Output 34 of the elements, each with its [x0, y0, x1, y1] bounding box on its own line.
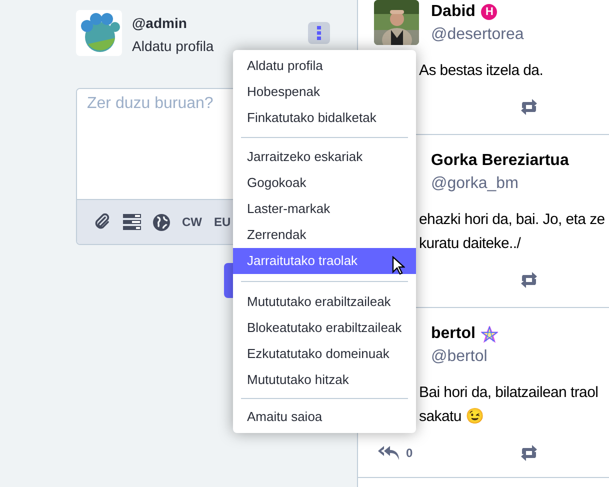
- more-button[interactable]: [308, 22, 330, 44]
- toolbar-button[interactable]: EU: [214, 213, 231, 231]
- post-text: ehazki hori da, bai. Jo, eta ze kuratu daiteke../: [418, 210, 606, 254]
- edit-profile-link[interactable]: Aldatu profila: [132, 36, 214, 56]
- post-text: As bestas itzela da.: [418, 61, 544, 81]
- cursor-icon: [392, 256, 405, 275]
- menu-item[interactable]: Mutututako erabiltzaileak: [233, 289, 416, 315]
- more-icon: [317, 26, 321, 40]
- mastodon-logo: [76, 10, 122, 56]
- reply-all-icon[interactable]: [378, 445, 400, 461]
- toolbar-button[interactable]: CW: [182, 213, 202, 231]
- author-handle[interactable]: @desertorea: [431, 24, 524, 46]
- star-icon: [481, 326, 498, 342]
- menu-item[interactable]: Aldatu profila: [233, 53, 416, 79]
- author-handle[interactable]: @bertol: [431, 346, 498, 368]
- menu-item[interactable]: Blokeatutako erabiltzaileak: [233, 315, 416, 341]
- boost-icon[interactable]: [519, 272, 539, 288]
- account-handle: @admin: [132, 14, 188, 32]
- author-name[interactable]: Dabid: [431, 0, 476, 24]
- author-handle[interactable]: @gorka_bm: [431, 173, 569, 195]
- reply-count: 0: [406, 445, 413, 462]
- boost-icon[interactable]: [519, 99, 539, 115]
- paperclip-icon[interactable]: [93, 213, 111, 231]
- globe-icon[interactable]: [153, 214, 170, 230]
- menu-item[interactable]: Ezkutatutako domeinuak: [233, 341, 416, 367]
- author-name[interactable]: Gorka Bereziartua: [431, 149, 569, 173]
- post-text: Bai hori da, bilatzailean traol sakatu 😉: [418, 383, 600, 427]
- menu-item[interactable]: Mutututako hitzak: [233, 367, 416, 393]
- author-name[interactable]: bertol: [431, 322, 476, 346]
- menu-item[interactable]: Jarraitutako traolak: [233, 248, 416, 274]
- boost-icon[interactable]: [519, 445, 539, 461]
- menu-item[interactable]: Amaitu saioa: [233, 404, 416, 430]
- name-badge: H: [481, 4, 498, 20]
- poll-icon[interactable]: [123, 214, 141, 230]
